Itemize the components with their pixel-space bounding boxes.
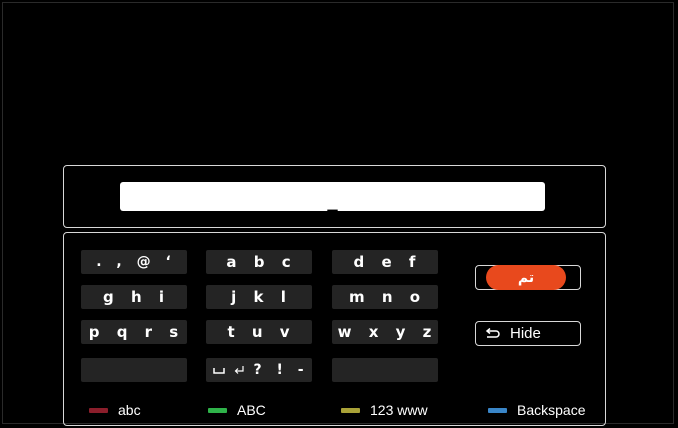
red-swatch-icon (89, 407, 108, 413)
legend-red[interactable]: abc (89, 401, 141, 419)
legend-red-label: abc (118, 402, 141, 418)
key-wxyz[interactable]: w x y z (332, 320, 438, 344)
legend-yellow[interactable]: 123 www (341, 401, 428, 419)
key-abc[interactable]: a b c (206, 250, 312, 274)
enter-icon (235, 366, 245, 374)
green-swatch-icon (208, 407, 227, 413)
yellow-swatch-icon (341, 407, 360, 413)
space-icon (213, 368, 226, 374)
key-blank-left[interactable] (81, 358, 187, 382)
key-punctuation[interactable]: . , @ ‘ (81, 250, 187, 274)
blue-swatch-icon (488, 407, 507, 413)
legend-yellow-label: 123 www (370, 402, 428, 418)
key-jkl[interactable]: j k l (206, 285, 312, 309)
hide-button[interactable]: Hide (475, 321, 581, 346)
legend-blue[interactable]: Backspace (488, 401, 585, 419)
key-tuv[interactable]: t u v (206, 320, 312, 344)
key-symbols-label: ? ! - (253, 362, 305, 378)
done-button[interactable]: تم (486, 265, 566, 290)
hide-button-label: Hide (510, 325, 541, 342)
legend-green[interactable]: ABC (208, 401, 266, 419)
key-def[interactable]: d e f (332, 250, 438, 274)
text-input-field[interactable]: _ (120, 182, 545, 211)
back-arrow-icon (485, 327, 500, 338)
key-space-enter-symbols[interactable]: ? ! - (206, 358, 312, 382)
legend-blue-label: Backspace (517, 402, 586, 418)
key-blank-right[interactable] (332, 358, 438, 382)
key-ghi[interactable]: g h i (81, 285, 187, 309)
key-mno[interactable]: m n o (332, 285, 438, 309)
legend-green-label: ABC (237, 402, 266, 418)
key-pqrs[interactable]: p q r s (81, 320, 187, 344)
